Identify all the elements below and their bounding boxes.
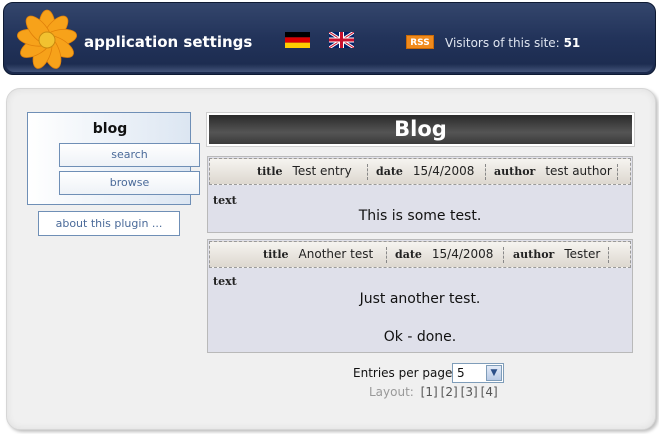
entry-date: 15/4/2008 <box>431 247 494 261</box>
visitors-count: 51 <box>563 36 581 50</box>
entries-per-page-value: 5 <box>457 366 465 380</box>
layout-label: Layout: <box>369 385 414 399</box>
meta-separator <box>608 247 609 263</box>
title-key: title <box>263 248 289 261</box>
entry-date-field: date 15/4/2008 <box>395 242 493 267</box>
rss-icon[interactable]: RSS <box>406 35 434 49</box>
layout-selector: Layout: [1] [2] [3] [4] <box>369 385 498 399</box>
meta-separator <box>617 164 618 180</box>
text-key: text <box>213 194 237 207</box>
entry-body-line: This is some test. <box>358 208 482 224</box>
german-flag-icon[interactable] <box>285 32 310 48</box>
layout-link-2[interactable]: [2] <box>441 385 458 399</box>
header-glow <box>6 64 653 72</box>
meta-separator <box>367 164 368 180</box>
blog-heading: Blog <box>209 115 632 144</box>
blog-entry: title Another test date 15/4/2008 author Te… <box>207 239 633 353</box>
date-key: date <box>395 248 422 261</box>
date-key: date <box>376 165 403 178</box>
entries-per-page-select[interactable]: 5 ▼ <box>452 363 504 383</box>
entry-body-line: Just another test. <box>359 291 481 307</box>
entry-title-field: title Another test <box>263 242 373 267</box>
meta-separator <box>386 247 387 263</box>
entry-body-line: Ok - done. <box>383 329 457 345</box>
meta-separator <box>503 247 504 263</box>
visitors-label: Visitors of this site: <box>445 36 560 50</box>
entry-author: Tester <box>564 247 601 261</box>
nav-search-button[interactable]: search <box>59 143 200 167</box>
entry-date: 15/4/2008 <box>412 164 475 178</box>
layout-link-1[interactable]: [1] <box>421 385 438 399</box>
entry-author-field: author test author <box>494 159 612 184</box>
header-bar: application settings RSS Visitors of thi… <box>3 2 656 75</box>
nav-title: blog <box>92 121 128 137</box>
blog-entry: title Test entry date 15/4/2008 author test… <box>207 156 633 233</box>
app-title: application settings <box>84 33 253 51</box>
blog-heading-frame: Blog <box>206 112 635 147</box>
about-plugin-button[interactable]: about this plugin ... <box>38 211 180 236</box>
layout-link-4[interactable]: [4] <box>481 385 498 399</box>
flower-logo-icon <box>16 9 78 69</box>
chevron-down-icon[interactable]: ▼ <box>486 365 502 381</box>
author-key: author <box>494 165 536 178</box>
entry-title: Test entry <box>292 164 352 178</box>
english-flag-icon[interactable] <box>329 32 354 48</box>
visitor-counter: Visitors of this site: 51 <box>445 36 580 50</box>
entries-per-page-label: Entries per page <box>353 366 453 380</box>
entry-author-field: author Tester <box>513 242 600 267</box>
entry-meta-bar: title Another test date 15/4/2008 author Te… <box>209 241 631 268</box>
blog-nav: blog search browse <box>27 112 200 205</box>
layout-link-3[interactable]: [3] <box>461 385 478 399</box>
entry-author: test author <box>545 164 612 178</box>
author-key: author <box>513 248 555 261</box>
title-key: title <box>257 165 283 178</box>
entry-title-field: title Test entry <box>257 159 352 184</box>
entry-title: Another test <box>298 247 374 261</box>
text-key: text <box>213 275 237 288</box>
nav-browse-button[interactable]: browse <box>59 171 200 195</box>
entry-date-field: date 15/4/2008 <box>376 159 474 184</box>
entry-meta-bar: title Test entry date 15/4/2008 author test… <box>209 158 631 185</box>
meta-separator <box>485 164 486 180</box>
